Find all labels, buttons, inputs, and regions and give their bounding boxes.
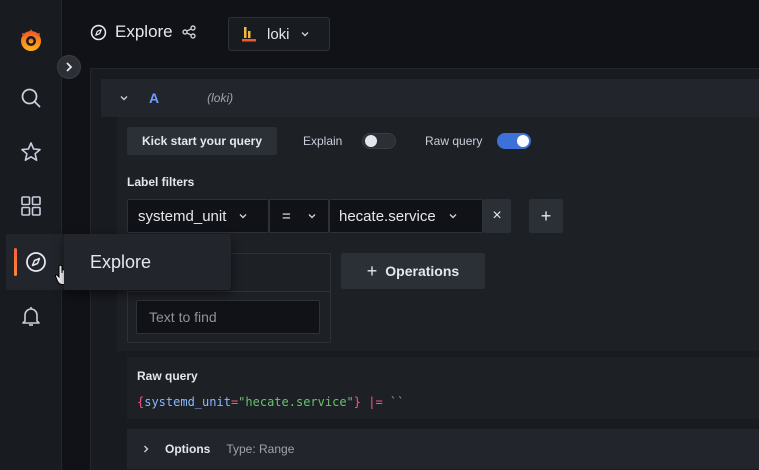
divider [128, 291, 330, 292]
datasource-picker[interactable]: loki [228, 17, 330, 51]
compass-icon [26, 252, 46, 272]
explain-toggle[interactable] [362, 133, 396, 149]
label-operator-select[interactable]: = [269, 199, 329, 233]
top-bar: Explore loki [62, 0, 759, 62]
options-row[interactable]: Options Type: Range [127, 429, 759, 469]
explore-tooltip[interactable]: Explore [64, 234, 231, 290]
operations-label: Operations [385, 263, 460, 279]
add-filter-button[interactable]: + [529, 199, 563, 233]
compass-icon [90, 24, 107, 40]
chevron-down-icon [239, 214, 247, 219]
raw-query-section: Raw query {systemd_unit="hecate.service"… [127, 357, 759, 419]
sidebar-item-explore[interactable]: Explore [6, 234, 231, 290]
bell-icon[interactable] [0, 296, 62, 336]
page-title: Explore [90, 22, 197, 42]
operations-button[interactable]: + Operations [341, 253, 485, 289]
text-to-find-placeholder: Text to find [149, 309, 217, 325]
dashboards-icon[interactable] [0, 186, 62, 226]
query-ref-id[interactable]: A [149, 90, 159, 106]
chevron-right-icon [144, 445, 149, 453]
raw-query-close-brace: } [353, 395, 361, 409]
share-icon[interactable] [181, 24, 197, 40]
remove-filter-button[interactable]: × [483, 199, 511, 233]
label-value-select[interactable]: hecate.service [329, 199, 483, 233]
label-operator-value: = [282, 207, 291, 225]
raw-query-key: systemd_unit [144, 395, 231, 409]
label-filters-title: Label filters [127, 175, 195, 189]
explain-label: Explain [303, 134, 343, 148]
chevron-right-icon [66, 62, 73, 72]
plus-icon: + [366, 260, 378, 281]
kick-start-button[interactable]: Kick start your query [127, 127, 277, 155]
raw-query-toggle-label: Raw query [425, 134, 483, 148]
loki-logo-icon [242, 27, 256, 42]
toggle-knob [517, 135, 529, 147]
datasource-name: loki [267, 25, 290, 43]
grafana-logo-icon[interactable] [0, 20, 62, 60]
explore-icon-cell[interactable] [6, 234, 71, 290]
chevron-down-icon [308, 214, 316, 219]
raw-query-toggle[interactable] [497, 133, 531, 149]
raw-query-value: "hecate.service" [238, 395, 354, 409]
raw-query-text[interactable]: {systemd_unit="hecate.service"} |= `` [137, 395, 404, 409]
label-key-value: systemd_unit [138, 207, 227, 225]
star-icon[interactable] [0, 132, 62, 172]
query-datasource-label: (loki) [207, 91, 234, 105]
query-row-header[interactable]: A (loki) [101, 79, 759, 117]
page-title-text: Explore [115, 22, 173, 41]
label-value-text: hecate.service [339, 207, 436, 225]
expand-menu-button[interactable] [57, 55, 81, 79]
text-to-find-input[interactable]: Text to find [136, 300, 320, 334]
label-key-select[interactable]: systemd_unit [127, 199, 269, 233]
raw-query-pipe: |= [361, 395, 390, 409]
raw-query-ticks: `` [389, 395, 405, 409]
search-icon[interactable] [0, 78, 62, 118]
options-type: Type: Range [226, 442, 295, 456]
chevron-down-icon [301, 32, 309, 37]
chevron-down-icon[interactable] [119, 93, 129, 103]
active-indicator [14, 248, 17, 276]
chevron-down-icon [449, 214, 457, 219]
options-label: Options [165, 442, 211, 456]
toggle-knob [365, 135, 377, 147]
raw-query-title: Raw query [137, 369, 198, 383]
